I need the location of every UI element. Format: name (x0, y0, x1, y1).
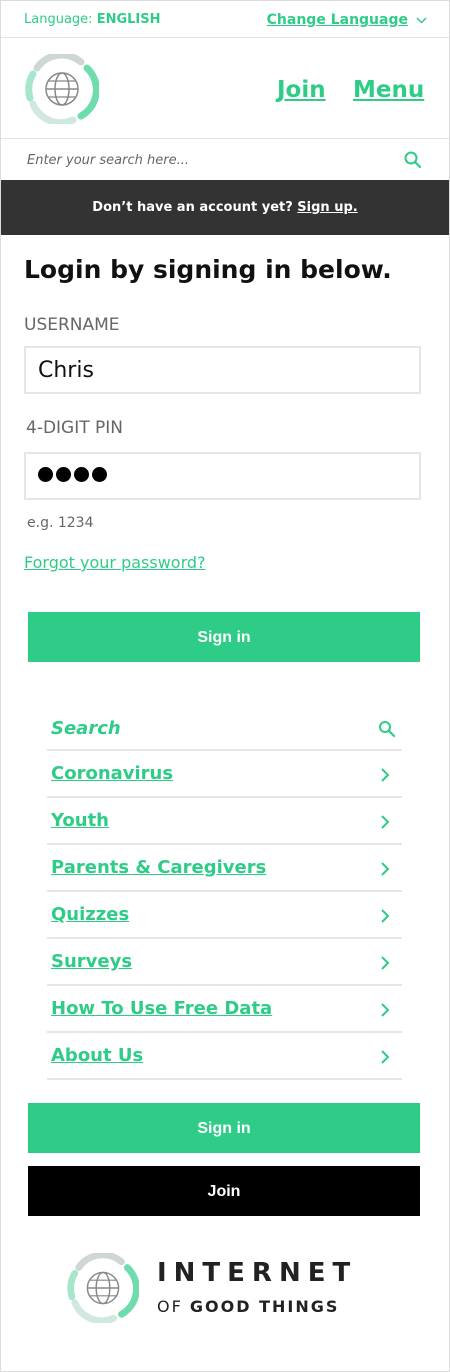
menu-item[interactable]: Parents & Caregivers (47, 845, 402, 892)
menu-item-label: Coronavirus (51, 763, 174, 784)
chevron-right-icon (380, 767, 390, 783)
search-icon (378, 720, 396, 738)
language-label: Language: (24, 12, 93, 27)
chevron-right-icon (380, 955, 390, 971)
globe-logo-icon (67, 1251, 140, 1325)
signup-banner: Don’t have an account yet? Sign up. (1, 180, 449, 235)
search-input[interactable] (27, 150, 387, 170)
chevron-down-icon (416, 12, 427, 28)
signup-link[interactable]: Sign up. (297, 200, 357, 215)
menu-item-label: About Us (51, 1045, 144, 1066)
chevron-right-icon (380, 1049, 390, 1065)
pin-label: 4-DIGIT PIN (26, 418, 124, 438)
sign-in-button[interactable]: Sign in (28, 612, 420, 662)
search-bar (1, 140, 449, 179)
change-language-label: Change Language (266, 12, 408, 28)
footer-sign-in-button[interactable]: Sign in (28, 1103, 420, 1153)
menu-item-label: How To Use Free Data (51, 998, 273, 1019)
menu-item[interactable]: Coronavirus (47, 751, 402, 798)
chevron-right-icon (380, 908, 390, 924)
chevron-right-icon (380, 1002, 390, 1018)
search-icon[interactable] (403, 150, 423, 170)
login-title: Login by signing in below. (24, 255, 392, 284)
brand-name-line1: INTERNET (157, 1258, 358, 1288)
menu-item-label: Surveys (51, 951, 133, 972)
forgot-password-link[interactable]: Forgot your password? (24, 553, 206, 572)
menu-search-row[interactable]: Search (47, 708, 402, 751)
brand-good-things: GOOD THINGS (189, 1297, 340, 1316)
pin-dot (38, 467, 53, 482)
globe-logo-icon[interactable] (25, 51, 100, 127)
menu-item[interactable]: About Us (47, 1033, 402, 1080)
username-label: USERNAME (24, 315, 120, 335)
pin-masked-value (38, 467, 110, 486)
language-indicator: Language: ENGLISH (24, 12, 160, 27)
header-join-link[interactable]: Join (277, 77, 326, 103)
menu-item[interactable]: Surveys (47, 939, 402, 986)
menu-item[interactable]: Youth (47, 798, 402, 845)
header-menu-link[interactable]: Menu (353, 77, 424, 103)
pin-dot (92, 467, 107, 482)
signup-banner-text: Don’t have an account yet? (92, 200, 293, 215)
pin-hint: e.g. 1234 (27, 515, 94, 531)
change-language-link[interactable]: Change Language (267, 12, 427, 28)
menu-item[interactable]: How To Use Free Data (47, 986, 402, 1033)
menu-item-label: Quizzes (51, 904, 130, 925)
pin-dot (74, 467, 89, 482)
pin-dot (56, 467, 71, 482)
menu-item[interactable]: Quizzes (47, 892, 402, 939)
chevron-right-icon (380, 861, 390, 877)
menu-search-label: Search (51, 718, 121, 739)
site-header: Join Menu (1, 38, 449, 139)
brand-name-line2: OF GOOD THINGS (157, 1297, 339, 1316)
nav-menu-list: Search Coronavirus Youth Parents & Caregiv… (47, 708, 402, 1080)
brand-of: OF (157, 1297, 183, 1316)
menu-item-label: Parents & Caregivers (51, 857, 267, 878)
footer-join-button[interactable]: Join (28, 1166, 420, 1216)
chevron-right-icon (380, 814, 390, 830)
language-bar: Language: ENGLISH Change Language (1, 1, 449, 38)
menu-item-label: Youth (51, 810, 109, 831)
language-value: ENGLISH (96, 12, 161, 27)
username-field[interactable] (24, 346, 421, 394)
page-frame: Language: ENGLISH Change Language Join M… (0, 0, 450, 1372)
